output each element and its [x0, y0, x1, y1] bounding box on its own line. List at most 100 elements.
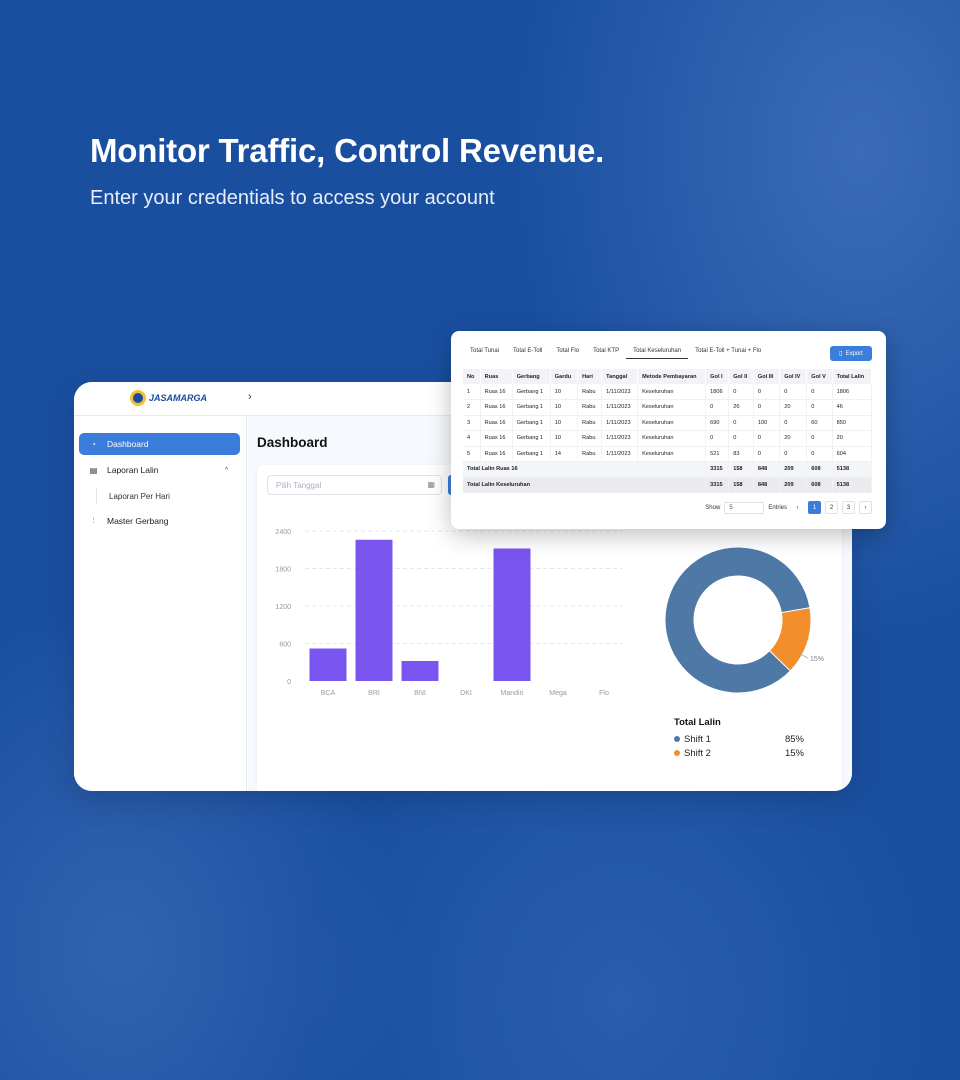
chevron-up-icon[interactable]: ^	[225, 467, 228, 474]
table-cell: 83	[728, 446, 754, 462]
table-cell: 158	[728, 461, 754, 478]
table-cell: 10	[550, 415, 579, 431]
legend-dot	[674, 736, 680, 742]
table-cell: 3315	[705, 477, 730, 493]
column-header: Tanggal	[601, 369, 639, 384]
table-cell: 0	[779, 384, 808, 400]
table-cell: Ruas 16	[480, 446, 513, 462]
legend-label: Shift 2	[684, 747, 711, 759]
export-button[interactable]: ▯ Export	[830, 346, 872, 361]
table-cell: 1/11/2023	[601, 399, 639, 416]
table-header-row: No Ruas Gerbang Gardu Hari Tanggal Metode Pemb…	[463, 369, 873, 384]
table-cell: Rabu	[577, 446, 603, 462]
legend-item-shift-2: Shift 2 15%	[674, 746, 804, 760]
report-tabs: Total Tunai Total E-Toll Total Flo Total…	[463, 345, 768, 359]
table-cell: 20	[832, 430, 873, 447]
column-header: Metode Pembayaran	[637, 369, 707, 384]
table-cell: Keseluruhan	[637, 399, 707, 416]
table-cell: Keseluruhan	[637, 446, 707, 462]
tab-total-keseluruhan[interactable]: Total Keseluruhan	[626, 345, 689, 359]
table-cell: 0	[728, 430, 754, 447]
prev-page-button[interactable]: ‹	[791, 501, 804, 514]
pagination: Show 5 Entries ‹ 1 2 3 ›	[705, 501, 872, 514]
table-cell: Gerbang 1	[512, 415, 551, 431]
tab-total-etoll[interactable]: Total E-Toll	[506, 345, 549, 359]
table-cell: 0	[806, 446, 833, 462]
table-cell: Ruas 16	[480, 430, 513, 447]
table-cell: 608	[806, 461, 833, 478]
table-cell: 5138	[832, 461, 873, 478]
sidebar-item-label: Laporan Lalin	[107, 465, 159, 475]
tab-total-tunai[interactable]: Total Tunai	[463, 345, 506, 359]
table-cell: Keseluruhan	[637, 384, 707, 400]
table-cell: Ruas 16	[480, 415, 513, 431]
sidebar-item-label: Dashboard	[107, 439, 149, 449]
sidebar-item-dashboard[interactable]: ◔ Dashboard	[79, 433, 240, 455]
table-cell: 0	[806, 399, 833, 416]
table-row: 5 Ruas 16 Gerbang 1 14 Rabu 1/11/2023 Keseluru…	[463, 446, 873, 462]
legend-item-shift-1: Shift 1 85%	[674, 732, 804, 746]
table-cell: 10	[550, 430, 579, 447]
page-1-button[interactable]: 1	[808, 501, 821, 514]
legend-label: Shift 1	[684, 733, 711, 745]
table-cell: 2	[463, 399, 481, 416]
table-cell: Gerbang 1	[512, 446, 551, 462]
table-cell: 0	[753, 399, 781, 416]
sidebar-item-label: Master Gerbang	[107, 516, 169, 526]
page-3-button[interactable]: 3	[842, 501, 855, 514]
table-cell: Keseluruhan	[637, 415, 707, 431]
entries-select[interactable]: 5	[724, 501, 765, 514]
tab-total-etoll-tunai-flo[interactable]: Total E-Toll + Tunai + Flo	[688, 345, 768, 359]
entries-value: 5	[729, 504, 733, 511]
table-cell: 1806	[832, 384, 873, 400]
table-cell: 0	[728, 415, 754, 431]
table-cell: 0	[753, 384, 781, 400]
column-header: Gerbang	[512, 369, 551, 384]
table-cell: Gerbang 1	[512, 384, 551, 400]
legend-pct: 85%	[784, 733, 804, 745]
sidebar-item-laporan-per-hari[interactable]: Laporan Per Hari	[96, 488, 170, 504]
sliders-icon: ⫶	[92, 516, 95, 525]
total-label: Total Lalin Ruas 16	[463, 461, 707, 478]
tab-total-flo[interactable]: Total Flo	[549, 345, 586, 359]
logo-mark-icon	[130, 390, 146, 406]
entries-label: Entries	[768, 504, 787, 511]
gauge-icon: ◔	[91, 439, 96, 449]
table-cell: 690	[705, 415, 730, 431]
sidebar-item-laporan-lalin[interactable]: ▤ Laporan Lalin ^	[79, 459, 240, 481]
table-cell: 0	[806, 430, 833, 447]
table-total-row: Total Lalin Ruas 16 3315 158 848 209 608 5138	[463, 461, 873, 478]
donut-legend: Total Lalin Shift 1 85% Shift 2 15%	[674, 717, 804, 760]
table-cell: 1/11/2023	[601, 430, 639, 447]
page-2-button[interactable]: 2	[825, 501, 838, 514]
table-cell: 0	[779, 446, 808, 462]
table-cell: 1/11/2023	[601, 446, 639, 462]
legend-title: Total Lalin	[674, 717, 721, 728]
jasamarga-logo[interactable]: JASAMARGA	[130, 390, 207, 406]
hero-title: Monitor Traffic, Control Revenue.	[90, 132, 605, 169]
table-cell: Rabu	[577, 384, 603, 400]
table-cell: 0	[779, 415, 808, 431]
table-cell: 521	[705, 446, 730, 462]
legend-pct: 15%	[784, 747, 804, 759]
table-cell: 100	[753, 415, 781, 431]
column-header: Gol IV	[779, 369, 808, 384]
table-cell: 0	[728, 384, 754, 400]
table-cell: 20	[779, 399, 808, 416]
table-cell: Gerbang 1	[512, 399, 551, 416]
page-title: Dashboard	[257, 435, 328, 450]
sidebar-item-master-gerbang[interactable]: ⫶ Master Gerbang	[79, 510, 240, 532]
report-table-card: Total Tunai Total E-Toll Total Flo Total…	[451, 331, 886, 529]
sidebar: ◔ Dashboard ▤ Laporan Lalin ^ Laporan Pe…	[74, 416, 247, 791]
column-header: Gol II	[728, 369, 754, 384]
column-header: Gol V	[806, 369, 833, 384]
table-cell: 1806	[705, 384, 730, 400]
table-cell: 60	[806, 415, 833, 431]
file-icon: ▯	[839, 351, 843, 357]
next-page-button[interactable]: ›	[859, 501, 872, 514]
table-cell: 209	[779, 461, 808, 478]
document-icon: ▤	[89, 465, 98, 475]
table-row: 1 Ruas 16 Gerbang 1 10 Rabu 1/11/2023 Keseluru…	[463, 384, 873, 400]
tab-total-ktp[interactable]: Total KTP	[586, 345, 626, 359]
chevron-right-icon[interactable]: ›	[248, 391, 252, 403]
